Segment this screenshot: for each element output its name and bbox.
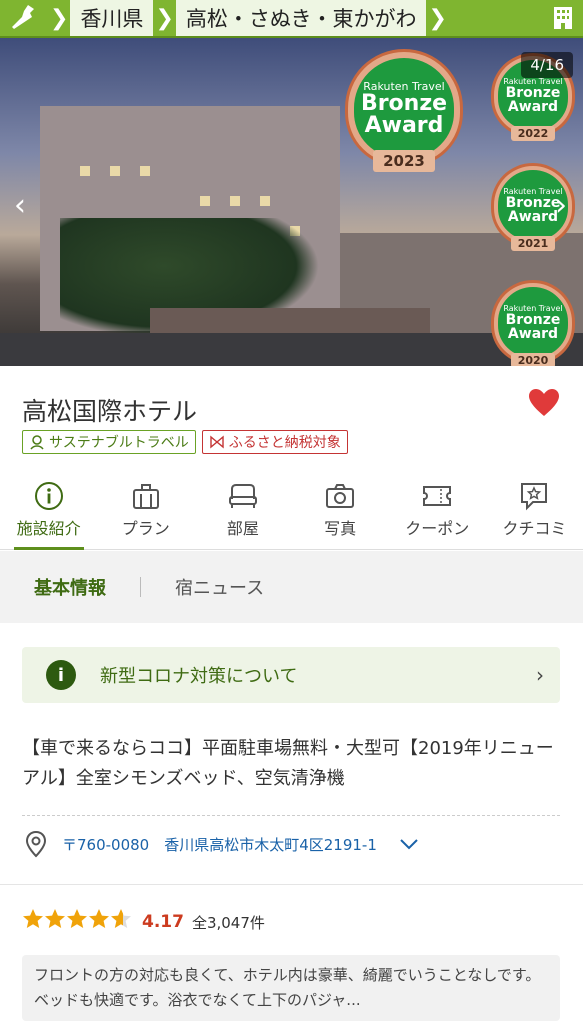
chevron-right-icon: › (536, 663, 544, 687)
hotel-photo-gallery[interactable]: Rakuten Travel Bronze Award 2023 Rakuten… (0, 38, 583, 366)
hotel-name: 高松国際ホテル (22, 397, 198, 426)
hotel-nav-tabs: 施設紹介 プラン 部屋 写真 クーポン クチコミ (0, 470, 583, 550)
tab-plans[interactable]: プラン (97, 470, 194, 549)
heart-icon[interactable] (528, 388, 560, 418)
hotel-catchcopy: 【車で来るならココ】平面駐車場無料・大型可【2019年リニューアル】全室シモンズ… (22, 738, 554, 789)
japan-map-icon[interactable] (0, 0, 48, 36)
award-year: 2022 (510, 126, 556, 141)
photo-counter: 4/16 (521, 52, 573, 78)
furusato-tax-tag[interactable]: ふるさと納税対象 (201, 430, 348, 454)
sustainable-label: サステナブルトラベル (49, 435, 189, 451)
tab-photos[interactable]: 写真 (292, 470, 389, 549)
hotel-tags: サステナブルトラベル ふるさと納税対象 (22, 430, 348, 454)
divider (22, 815, 560, 816)
tab-label: クチコミ (502, 518, 567, 538)
chevron-right-icon: ❯ (428, 5, 447, 31)
review-rating[interactable]: 4.17 全3,047件 (22, 908, 265, 936)
rating-score: 4.17 (142, 912, 184, 932)
camera-icon (326, 483, 355, 508)
info-icon: i (46, 660, 76, 690)
sustainable-travel-tag[interactable]: サステナブルトラベル (22, 430, 196, 454)
location-pin-icon (25, 830, 47, 858)
award-name: Bronze Award (360, 90, 448, 138)
hotel-address[interactable]: 〒760-0080 香川県高松市木太町4区2191-1 (24, 830, 419, 858)
bed-icon (228, 483, 257, 508)
award-name: Bronze Award (505, 311, 561, 342)
address-text[interactable]: 〒760-0080 香川県高松市木太町4区2191-1 (62, 834, 377, 855)
tab-label: クーポン (405, 518, 470, 538)
award-year: 2023 (373, 150, 435, 172)
review-icon (521, 482, 548, 510)
tab-rooms[interactable]: 部屋 (194, 470, 291, 549)
breadcrumb-area[interactable]: 高松・さぬき・東かがわ (175, 0, 427, 36)
sub-tabs: 基本情報 宿ニュース (0, 551, 583, 623)
furusato-label: ふるさと納税対象 (228, 435, 341, 451)
sustainable-icon (30, 435, 44, 450)
tab-label: 施設紹介 (16, 518, 81, 538)
chevron-down-icon[interactable] (399, 835, 419, 854)
ribbon-icon (210, 435, 224, 449)
chevron-right-icon: ❯ (155, 5, 174, 31)
ticket-icon (423, 485, 452, 506)
subtab-hotel-news[interactable]: 宿ニュース (141, 574, 298, 600)
covid-measures-link[interactable]: i 新型コロナ対策について › (22, 647, 560, 703)
award-year: 2020 (510, 353, 556, 366)
chevron-right-icon[interactable]: › (555, 188, 567, 223)
covid-measures-label: 新型コロナ対策について (100, 666, 298, 687)
review-count[interactable]: 全3,047件 (192, 912, 265, 933)
chevron-left-icon[interactable]: ‹ (14, 188, 26, 223)
tab-facility-info[interactable]: 施設紹介 (0, 470, 97, 550)
tab-reviews[interactable]: クチコミ (486, 470, 583, 549)
tab-label: プラン (121, 518, 170, 538)
chevron-right-icon: ❯ (50, 5, 69, 31)
subtab-basic-info[interactable]: 基本情報 (0, 574, 140, 600)
info-icon (34, 481, 63, 510)
breadcrumb-prefecture[interactable]: 香川県 (70, 0, 154, 36)
tab-label: 部屋 (226, 518, 259, 538)
tab-label: 写真 (324, 518, 357, 538)
tab-coupons[interactable]: クーポン (389, 470, 486, 549)
building-icon[interactable] (543, 0, 583, 36)
breadcrumb: ❯ 香川県 ❯ 高松・さぬき・東かがわ ❯ (0, 0, 583, 38)
award-badge-2023: Rakuten Travel Bronze Award 2023 (348, 52, 460, 172)
award-name: Bronze Award (505, 84, 561, 115)
suitcase-icon (132, 483, 159, 509)
review-snippet[interactable]: フロントの方の対応も良くて、ホテル内は豪華、綺麗でいうことなしです。ベッドも快適… (22, 955, 560, 1021)
award-year: 2021 (510, 236, 556, 251)
divider (0, 884, 583, 885)
star-rating-icon (22, 908, 134, 936)
award-badge-2020: Rakuten Travel Bronze Award 2020 (494, 283, 572, 366)
